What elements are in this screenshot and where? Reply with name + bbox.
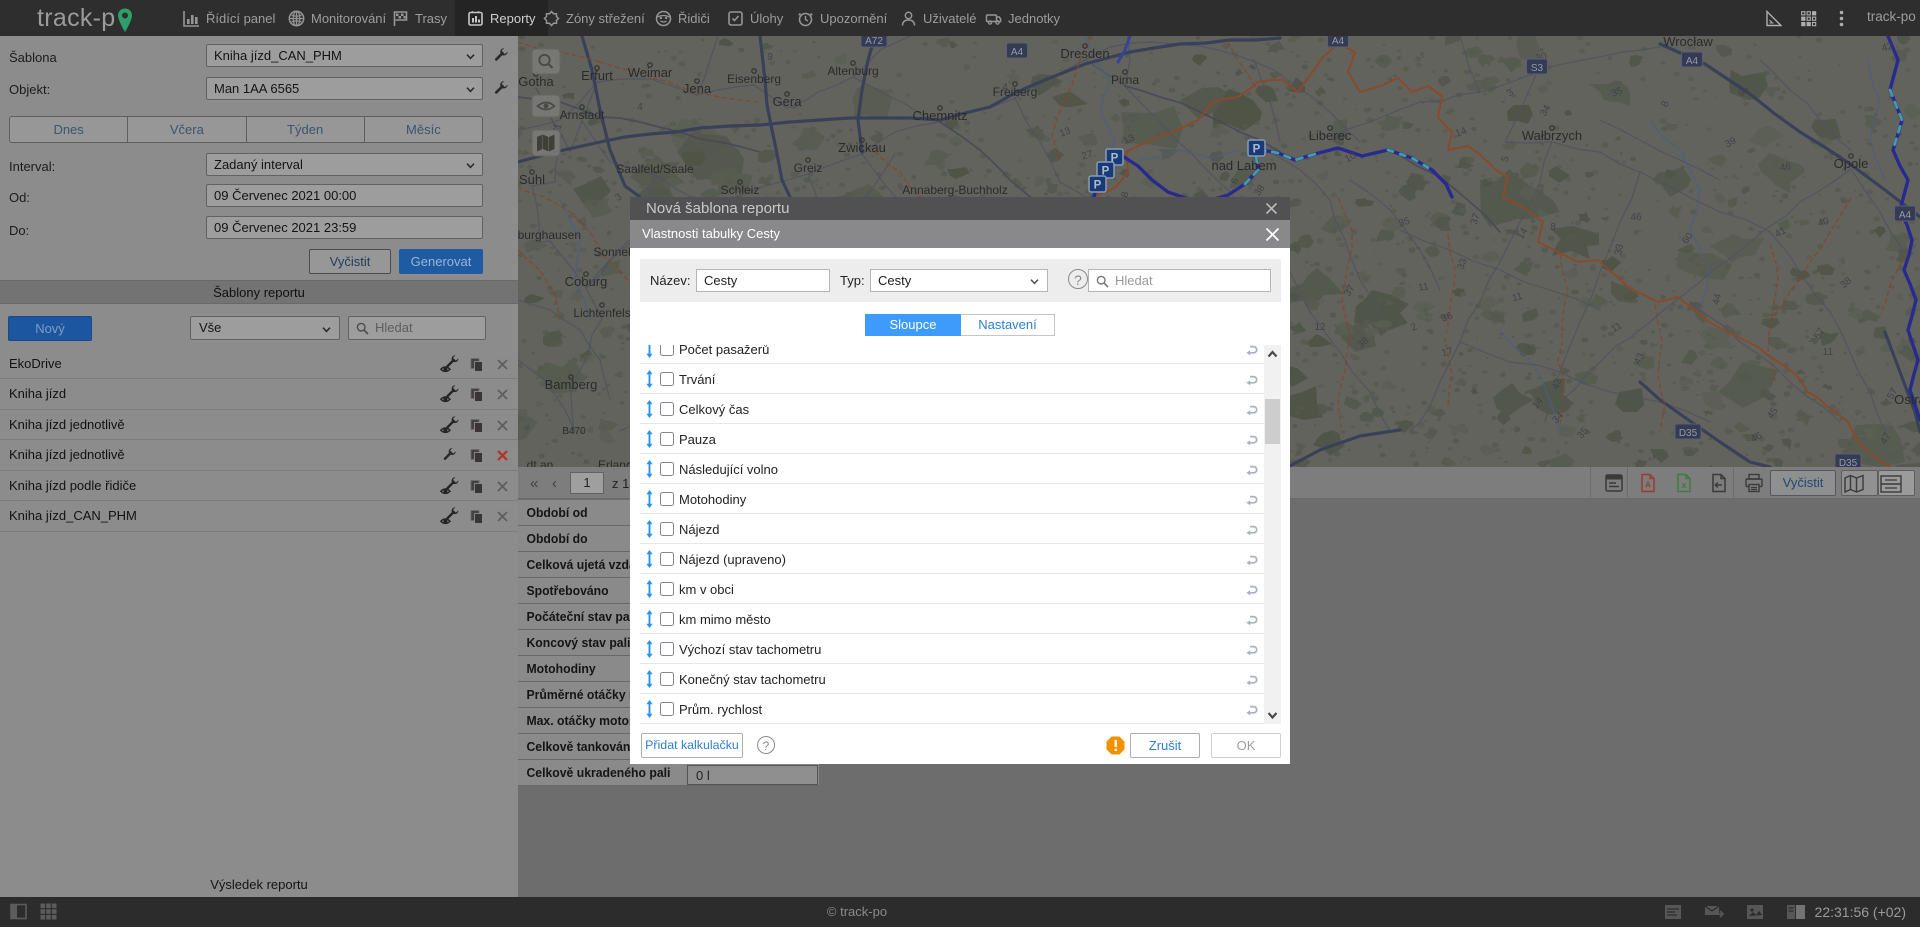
svg-text:x: x [1681, 480, 1686, 490]
svg-text:A: A [1645, 481, 1651, 490]
